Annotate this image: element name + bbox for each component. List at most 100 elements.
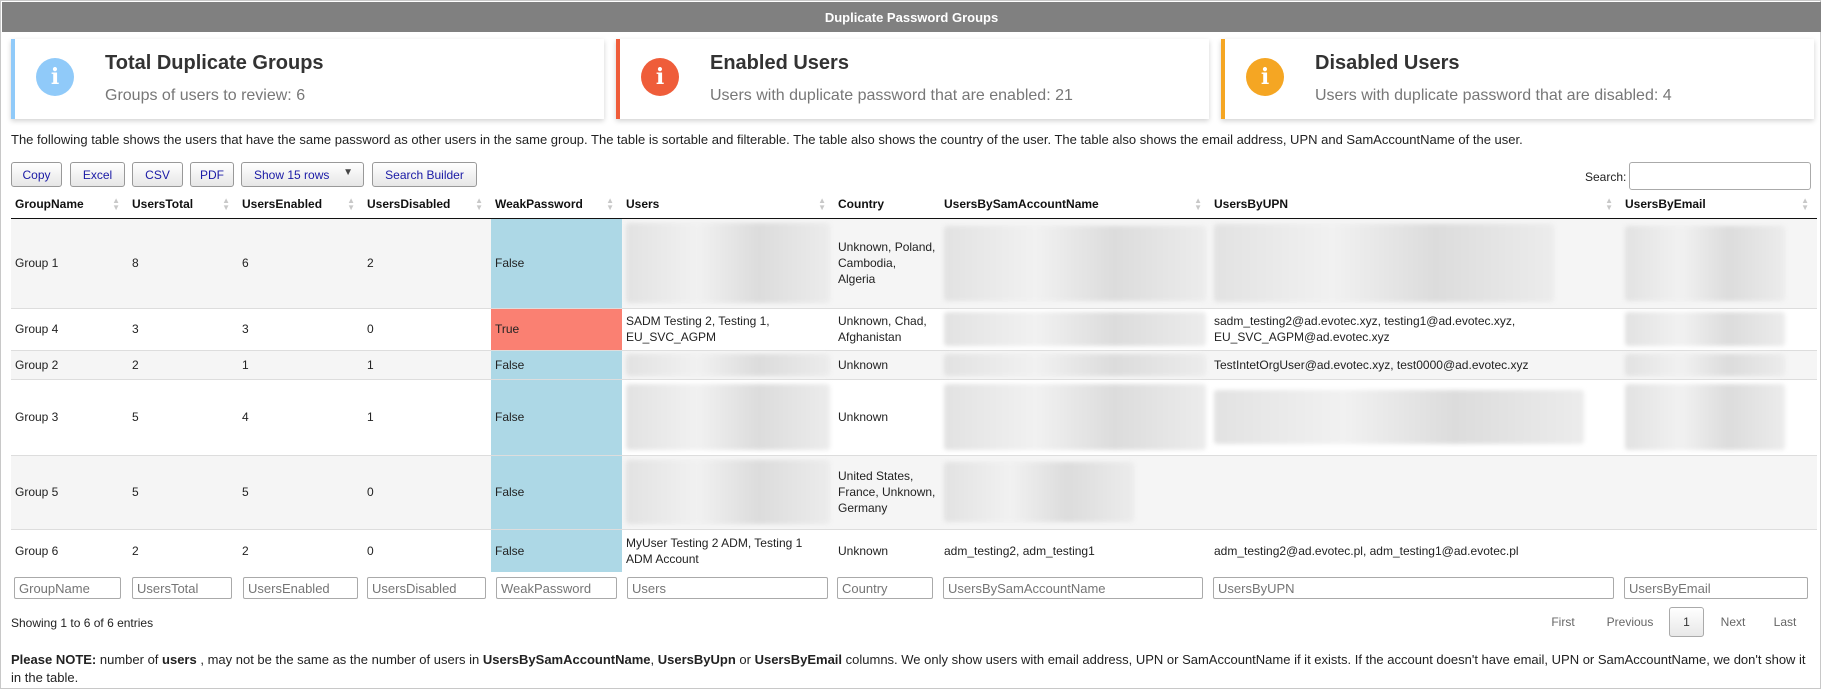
table-row[interactable]: Group 2 2 1 1 False Unknown TestIntetOrg… — [11, 349, 1817, 379]
cell-users: SADM Testing 2, Testing 1, EU_SVC_AGPM — [622, 307, 834, 350]
cell-total: 5 — [128, 378, 238, 455]
cell-users-redacted — [622, 378, 834, 455]
caret-down-icon: ▼ — [343, 167, 353, 178]
cell-upn: adm_testing2@ad.evotec.pl, adm_testing1@… — [1210, 528, 1621, 572]
cell-group: Group 4 — [11, 307, 128, 350]
cell-enabled: 3 — [238, 307, 363, 350]
excel-button[interactable]: Excel — [70, 162, 125, 187]
cell-users-redacted — [622, 349, 834, 379]
filter-samaccountname-input[interactable] — [943, 577, 1203, 599]
table-header: GroupName ▲ ▼ UsersTotal ▲ ▼ UsersEnabled ▲ ▼ … — [11, 191, 1817, 219]
filter-country-input[interactable] — [837, 577, 933, 599]
csv-button[interactable]: CSV — [132, 162, 183, 187]
summary-cards: i Total Duplicate Groups Groups of users… — [11, 39, 1817, 119]
cell-weak-password: True — [491, 307, 622, 350]
cell-group: Group 6 — [11, 528, 128, 572]
table-row[interactable]: Group 3 5 4 1 False Unknown — [11, 378, 1817, 455]
column-header[interactable]: UsersByUPN ▲ ▼ — [1210, 191, 1621, 219]
cell-disabled: 1 — [363, 349, 491, 379]
cell-weak-password: False — [491, 528, 622, 572]
cell-weak-password: False — [491, 217, 622, 308]
cell-users-redacted — [622, 217, 834, 308]
cell-disabled: 0 — [363, 454, 491, 529]
pagination-previous[interactable]: Previous — [1597, 607, 1663, 637]
cell-disabled: 0 — [363, 307, 491, 350]
column-header[interactable]: UsersBySamAccountName ▲ ▼ — [940, 191, 1210, 219]
column-header[interactable]: Country — [834, 191, 940, 219]
cell-upn: TestIntetOrgUser@ad.evotec.xyz, test0000… — [1210, 349, 1621, 379]
search-input[interactable] — [1629, 162, 1811, 190]
column-header[interactable]: UsersTotal ▲ ▼ — [128, 191, 238, 219]
cell-country: Unknown — [834, 528, 940, 572]
cell-enabled: 6 — [238, 217, 363, 308]
duplicate-groups-table: GroupName ▲ ▼ UsersTotal ▲ ▼ UsersEnabled ▲ ▼ … — [11, 191, 1817, 572]
sort-icon: ▲ ▼ — [347, 196, 355, 212]
cell-email-redacted — [1621, 217, 1817, 308]
filter-upn-input[interactable] — [1213, 577, 1614, 599]
cell-email — [1621, 528, 1817, 572]
table-row[interactable]: Group 1 8 6 2 False Unknown, Poland, Cam… — [11, 217, 1817, 308]
cell-country: Unknown, Chad, Afghanistan — [834, 307, 940, 350]
cell-email-redacted — [1621, 307, 1817, 350]
column-header[interactable]: UsersDisabled ▲ ▼ — [363, 191, 491, 219]
info-icon: i — [1246, 58, 1284, 96]
column-header[interactable]: UsersByEmail ▲ ▼ — [1621, 191, 1817, 219]
sort-icon: ▲ ▼ — [112, 196, 120, 212]
cell-sam-redacted — [940, 217, 1210, 308]
sort-icon: ▲ ▼ — [475, 196, 483, 212]
show-rows-label: Show 15 rows — [254, 167, 330, 182]
cell-users: MyUser Testing 2 ADM, Testing 1 ADM Acco… — [622, 528, 834, 572]
filter-userstotal-input[interactable] — [132, 577, 232, 599]
pagination-page-1[interactable]: 1 — [1669, 607, 1704, 637]
table-row[interactable]: Group 6 2 2 0 False MyUser Testing 2 ADM… — [11, 528, 1817, 572]
window-title: Duplicate Password Groups — [2, 2, 1821, 32]
column-header[interactable]: GroupName ▲ ▼ — [11, 191, 128, 219]
pagination-next[interactable]: Next — [1711, 607, 1755, 637]
card-title: Disabled Users — [1315, 52, 1460, 74]
column-header[interactable]: UsersEnabled ▲ ▼ — [238, 191, 363, 219]
cell-group: Group 1 — [11, 217, 128, 308]
card-subtitle: Users with duplicate password that are d… — [1315, 87, 1672, 104]
cell-email-redacted — [1621, 349, 1817, 379]
cell-group: Group 3 — [11, 378, 128, 455]
cell-email-redacted — [1621, 378, 1817, 455]
cell-country: Unknown — [834, 349, 940, 379]
pagination-last[interactable]: Last — [1763, 607, 1807, 637]
cell-weak-password: False — [491, 349, 622, 379]
show-rows-dropdown[interactable]: Show 15 rows ▼ — [241, 162, 364, 187]
cell-upn-redacted — [1210, 217, 1621, 308]
cell-weak-password: False — [491, 378, 622, 455]
column-header[interactable]: WeakPassword ▲ ▼ — [491, 191, 622, 219]
table-row[interactable]: Group 5 5 5 0 False United States, Franc… — [11, 454, 1817, 529]
search-builder-button[interactable]: Search Builder — [372, 162, 477, 187]
cell-country: United States, France, Unknown, Germany — [834, 454, 940, 529]
card-enabled-users: i Enabled Users Users with duplicate pas… — [616, 39, 1209, 119]
filter-email-input[interactable] — [1624, 577, 1808, 599]
cell-total: 2 — [128, 528, 238, 572]
table-row[interactable]: Group 4 3 3 0 True SADM Testing 2, Testi… — [11, 307, 1817, 350]
filter-users-input[interactable] — [627, 577, 828, 599]
cell-country: Unknown — [834, 378, 940, 455]
cell-total: 2 — [128, 349, 238, 379]
cell-upn-redacted — [1210, 378, 1621, 455]
copy-button[interactable]: Copy — [11, 162, 62, 187]
info-icon: i — [641, 58, 679, 96]
cell-sam-redacted — [940, 349, 1210, 379]
cell-group: Group 2 — [11, 349, 128, 379]
filter-weakpassword-input[interactable] — [496, 577, 617, 599]
cell-total: 5 — [128, 454, 238, 529]
pdf-button[interactable]: PDF — [190, 162, 234, 187]
filter-usersdisabled-input[interactable] — [367, 577, 486, 599]
sort-icon: ▲ ▼ — [222, 196, 230, 212]
cell-enabled: 1 — [238, 349, 363, 379]
filter-groupname-input[interactable] — [14, 577, 121, 599]
cell-total: 8 — [128, 217, 238, 308]
pagination-first[interactable]: First — [1537, 607, 1589, 637]
card-disabled-users: i Disabled Users Users with duplicate pa… — [1221, 39, 1814, 119]
cell-disabled: 0 — [363, 528, 491, 572]
column-header[interactable]: Users ▲ ▼ — [622, 191, 834, 219]
filter-usersenabled-input[interactable] — [243, 577, 358, 599]
cell-email — [1621, 454, 1817, 529]
cell-sam-redacted — [940, 307, 1210, 350]
cell-users-redacted — [622, 454, 834, 529]
